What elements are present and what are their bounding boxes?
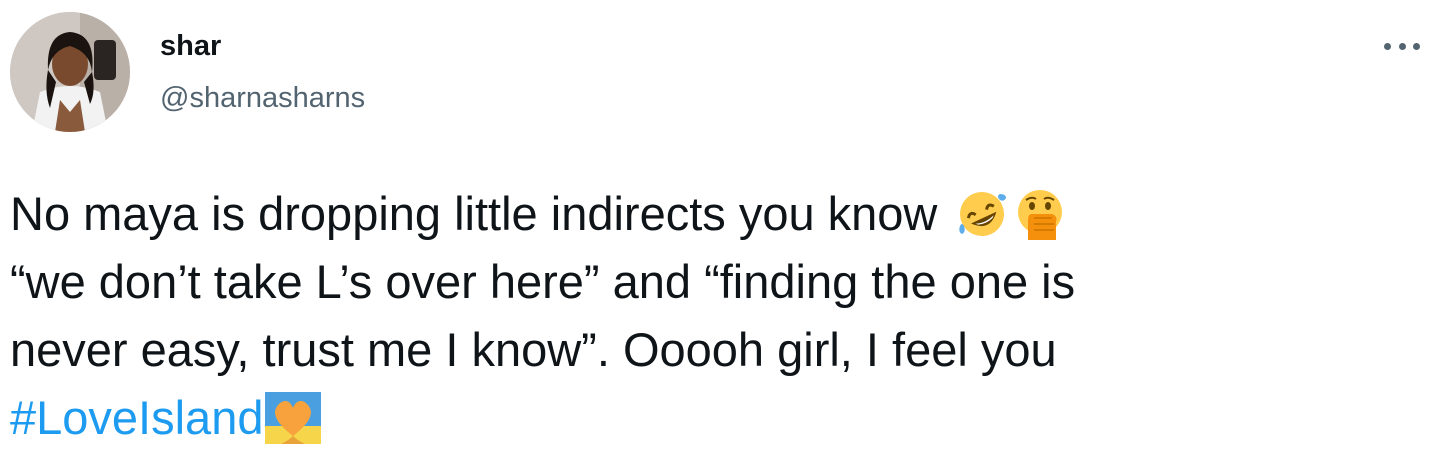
rolling-on-floor-laughing-emoji bbox=[956, 188, 1008, 240]
tweet-line-3: never easy, trust me I know”. Ooooh girl… bbox=[10, 323, 1057, 376]
avatar[interactable] bbox=[10, 12, 130, 132]
more-horizontal-icon bbox=[1384, 42, 1391, 50]
user-handle[interactable]: @sharnasharns bbox=[160, 80, 365, 116]
tweet-line-1: No maya is dropping little indirects you… bbox=[10, 180, 1430, 248]
avatar-image bbox=[10, 12, 130, 132]
hashtag-link[interactable]: #LoveIsland bbox=[10, 391, 263, 444]
display-name[interactable]: shar bbox=[160, 28, 365, 64]
tweet-line-2: “we don’t take L’s over here” and “findi… bbox=[10, 255, 1076, 308]
tweet-line-4: #LoveIsland bbox=[10, 384, 1430, 452]
tweet-text: No maya is dropping little indirects you… bbox=[10, 180, 1430, 452]
face-with-hand-over-mouth-emoji bbox=[1014, 188, 1066, 240]
tweet-card: shar @sharnasharns No maya is dropping l… bbox=[0, 0, 1440, 469]
user-info: shar @sharnasharns bbox=[160, 28, 365, 116]
more-options-button[interactable] bbox=[1384, 36, 1420, 56]
love-island-heart-emoji bbox=[265, 392, 322, 444]
